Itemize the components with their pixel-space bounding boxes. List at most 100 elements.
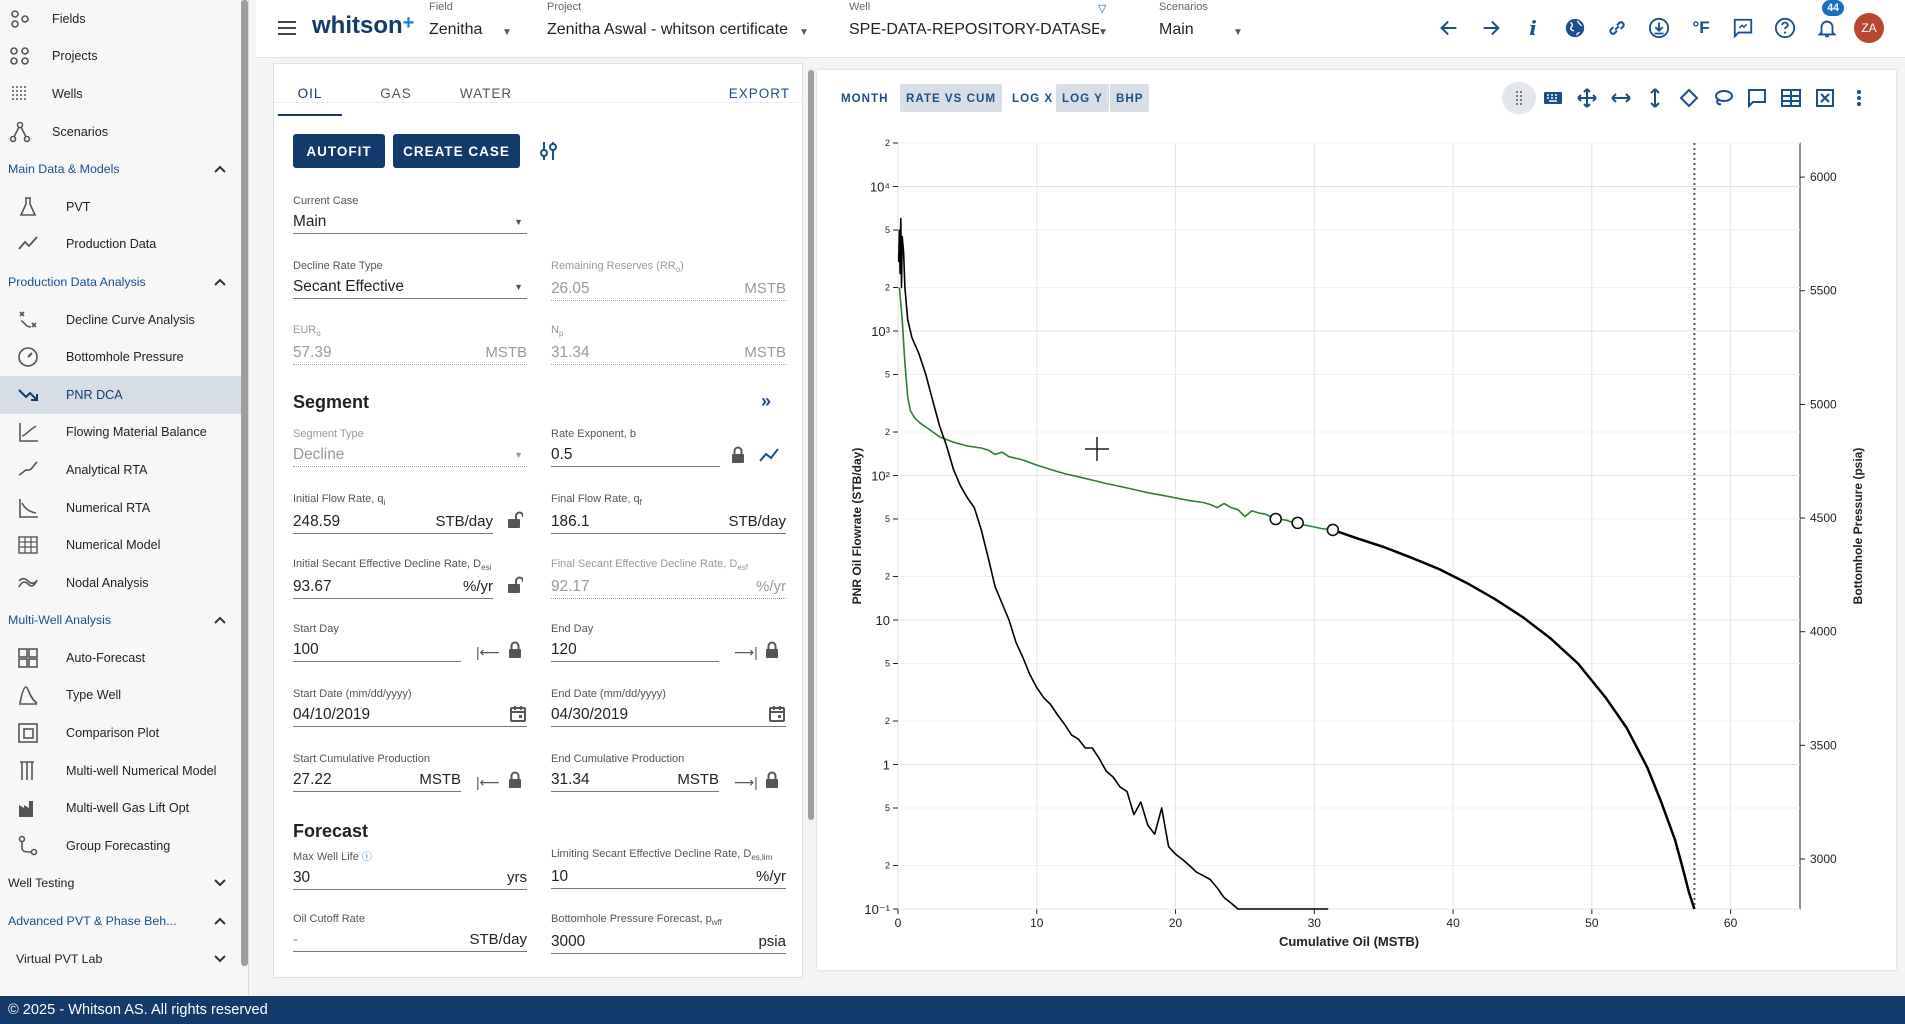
decline-rate-type-select[interactable]: Decline Rate Type Secant Effective ▼ xyxy=(293,260,527,299)
calendar-icon[interactable] xyxy=(768,705,786,726)
tab-gas[interactable]: GAS xyxy=(364,64,428,116)
fahrenheit-icon[interactable]: °F xyxy=(1680,12,1722,44)
sidebar-item-auto-forecast[interactable]: Auto-Forecast xyxy=(0,639,248,677)
unlock-icon[interactable] xyxy=(507,511,524,532)
lock-icon[interactable] xyxy=(764,641,780,662)
sidebar-item-bottomhole-pressure[interactable]: Bottomhole Pressure xyxy=(0,338,248,376)
field-select[interactable]: Field Zenitha ▼ xyxy=(429,0,519,39)
rate-exponent-input[interactable]: Rate Exponent, b 0.5 xyxy=(551,428,720,467)
well-select[interactable]: Well SPE-DATA-REPOSITORY-DATASET-1-V ▽ ▼ xyxy=(849,0,1108,39)
sidebar-item-nodal-analysis[interactable]: Nodal Analysis xyxy=(0,564,248,602)
sidebar-item-multi-well-numerical-model[interactable]: Multi-well Numerical Model xyxy=(0,752,248,790)
y2-tick-label: 6000 xyxy=(1810,170,1837,184)
bhp-forecast-input[interactable]: Bottomhole Pressure Forecast, pwff 3000 p… xyxy=(551,913,786,955)
filter-icon[interactable]: ▽ xyxy=(1098,2,1106,15)
end-date-input[interactable]: End Date (mm/dd/yyyy) 04/30/2019 xyxy=(551,688,786,727)
trend-chart-icon[interactable] xyxy=(758,446,780,467)
lock-icon[interactable] xyxy=(507,641,523,662)
tab-oil[interactable]: OIL xyxy=(278,64,342,116)
sidebar-item-multi-well-gas-lift-opt[interactable]: Multi-well Gas Lift Opt xyxy=(0,789,248,827)
sidebar-section-label: Advanced PVT & Phase Beh... xyxy=(8,914,177,929)
sidebar-item-scenarios[interactable]: Scenarios xyxy=(0,113,248,151)
sidebar-item-production-data[interactable]: Production Data xyxy=(0,226,248,264)
scenarios-select[interactable]: Scenarios Main ▼ xyxy=(1159,0,1249,39)
arrow-left-icon[interactable] xyxy=(1428,12,1470,44)
sidebar-section-multi-well-analysis[interactable]: Multi-Well Analysis xyxy=(0,602,248,640)
initial-flow-rate-input[interactable]: Initial Flow Rate, qi 248.59 STB/day xyxy=(293,493,493,535)
segment-handle-marker xyxy=(1291,516,1304,530)
max-well-life-input[interactable]: Max Well Life ⓘ 30 yrs xyxy=(293,848,527,890)
sidebar-item-analytical-rta[interactable]: Analytical RTA xyxy=(0,451,248,489)
sidebar-item-decline-curve-analysis[interactable]: Decline Curve Analysis xyxy=(0,301,248,339)
help-circle-icon[interactable]: ⓘ xyxy=(362,852,372,863)
start-date-input[interactable]: Start Date (mm/dd/yyyy) 04/10/2019 xyxy=(293,688,527,727)
unlock-icon[interactable] xyxy=(507,576,524,597)
align-end-icon[interactable]: ⟶| xyxy=(734,644,758,661)
end-day-input[interactable]: End Day 120 xyxy=(551,623,719,662)
user-menu[interactable]: ZA xyxy=(1848,12,1890,44)
sidebar-item-type-well[interactable]: Type Well xyxy=(0,677,248,715)
limiting-decline-input[interactable]: Limiting Secant Effective Decline Rate, … xyxy=(551,848,786,890)
sidebar-item-pnr-dca[interactable]: PNR DCA xyxy=(0,375,248,414)
panel-scrollbar[interactable] xyxy=(808,70,814,820)
segment-type-select[interactable]: Segment Type Decline ▼ xyxy=(293,428,527,467)
chevron-down-icon: ▼ xyxy=(514,450,523,460)
sidebar-item-fields[interactable]: Fields xyxy=(0,0,248,38)
current-case-select[interactable]: Current Case Main ▼ xyxy=(293,195,527,234)
project-select[interactable]: Project Zenitha Aswal - whitson certific… xyxy=(547,0,809,39)
export-button[interactable]: EXPORT xyxy=(729,86,790,101)
sidebar-item-wells[interactable]: Wells xyxy=(0,75,248,113)
start-cum-input[interactable]: Start Cumulative Production 27.22 MSTB xyxy=(293,753,461,792)
sidebar-item-numerical-model[interactable]: Numerical Model xyxy=(0,526,248,564)
sidebar-item-group-forecasting[interactable]: Group Forecasting xyxy=(0,827,248,865)
align-start-icon[interactable]: |⟵ xyxy=(476,774,500,791)
sidebar-item-flowing-material-balance[interactable]: Flowing Material Balance xyxy=(0,414,248,452)
final-flow-rate-input[interactable]: Final Flow Rate, qf 186.1 STB/day xyxy=(551,493,786,535)
start-day-value: 100 xyxy=(293,641,319,658)
lock-icon[interactable] xyxy=(507,771,523,792)
sidebar-item-comparison-plot[interactable]: Comparison Plot xyxy=(0,714,248,752)
autofit-button[interactable]: AUTOFIT xyxy=(293,134,385,168)
calendar-icon[interactable] xyxy=(509,705,527,726)
bell-icon[interactable]: 44 xyxy=(1806,0,1848,44)
sidebar-item-projects[interactable]: Projects xyxy=(0,38,248,76)
end-cum-input[interactable]: End Cumulative Production 31.34 MSTB xyxy=(551,753,719,792)
oil-cutoff-unit: STB/day xyxy=(469,931,527,948)
sidebar-item-numerical-rta[interactable]: Numerical RTA xyxy=(0,489,248,527)
link-icon[interactable] xyxy=(1596,12,1638,44)
sidebar-section-well-testing[interactable]: Well Testing xyxy=(0,865,248,903)
oil-cutoff-input[interactable]: Oil Cutoff Rate - STB/day xyxy=(293,913,527,952)
tune-settings-icon[interactable] xyxy=(539,140,559,165)
menu-icon[interactable] xyxy=(266,12,308,44)
oil-cutoff-label: Oil Cutoff Rate xyxy=(293,913,365,925)
sidebar-scrollbar[interactable] xyxy=(241,0,248,966)
whitson-logo[interactable]: whitson+ xyxy=(312,12,414,40)
feedback-icon[interactable] xyxy=(1722,12,1764,44)
arrow-right-icon[interactable] xyxy=(1470,12,1512,44)
align-end-icon[interactable]: ⟶| xyxy=(734,774,758,791)
rate-vs-cum-chart[interactable]: 0 10 20 30 40 50 60 10⁻¹ 2 5 1 2 5 10 2 5 10² 2 5 10³ 2 5 10⁴ 2… xyxy=(817,70,1896,970)
tab-water[interactable]: WATER xyxy=(449,64,523,116)
sidebar-section-advanced-pvt-phase-beh[interactable]: Advanced PVT & Phase Beh... xyxy=(0,902,248,940)
align-start-icon[interactable]: |⟵ xyxy=(476,644,500,661)
end-date-label: End Date (mm/dd/yyyy) xyxy=(551,688,666,700)
sidebar-item-virtual-pvt-lab[interactable]: Virtual PVT Lab xyxy=(0,940,248,978)
start-day-input[interactable]: Start Day 100 xyxy=(293,623,461,662)
lock-icon[interactable] xyxy=(764,771,780,792)
sidebar-section-main-data-models[interactable]: Main Data & Models xyxy=(0,150,248,188)
initial-decline-input[interactable]: Initial Secant Effective Decline Rate, D… xyxy=(293,558,493,600)
download-icon[interactable] xyxy=(1638,12,1680,44)
sidebar-section-production-data-analysis[interactable]: Production Data Analysis xyxy=(0,263,248,301)
info-icon[interactable]: i xyxy=(1512,12,1554,44)
help-icon[interactable] xyxy=(1764,12,1806,44)
globe-icon[interactable] xyxy=(1554,12,1596,44)
sidebar-item-pvt[interactable]: PVT xyxy=(0,188,248,226)
create-case-button[interactable]: CREATE CASE xyxy=(393,134,520,168)
double-chevron-right-icon[interactable]: » xyxy=(761,391,771,412)
dca-settings-panel: OIL GAS WATER EXPORT AUTOFIT CREATE CASE… xyxy=(273,63,804,978)
segment-title: Segment xyxy=(293,392,370,412)
lock-icon[interactable] xyxy=(730,446,746,467)
final-decline-field: Final Secant Effective Decline Rate, Des… xyxy=(551,558,786,600)
x-tick-label: 60 xyxy=(1724,916,1738,930)
y-tick-label: 10⁴ xyxy=(870,179,890,194)
